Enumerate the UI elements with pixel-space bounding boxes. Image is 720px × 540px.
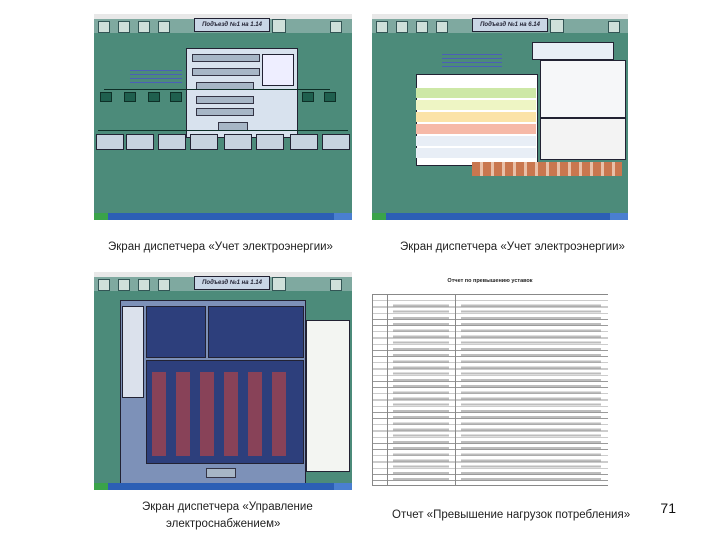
chart-icon[interactable] xyxy=(138,21,150,33)
header-text xyxy=(442,54,502,68)
close-button[interactable] xyxy=(206,468,236,478)
home-icon[interactable] xyxy=(376,21,388,33)
busbar xyxy=(104,89,330,90)
phone-icon[interactable] xyxy=(272,19,286,33)
busbar xyxy=(98,130,348,131)
tool-icon[interactable] xyxy=(158,21,170,33)
meter-box xyxy=(322,134,350,150)
meter-box xyxy=(256,134,284,150)
caption-bottom-left-1: Экран диспетчера «Управление xyxy=(142,501,313,513)
feeder-box xyxy=(324,92,336,102)
start-button[interactable] xyxy=(94,213,108,220)
vector-diagram xyxy=(540,60,626,118)
chart-icon[interactable] xyxy=(138,279,150,291)
report-title: Отчет по превышению уставок xyxy=(447,278,533,284)
report-icon[interactable] xyxy=(118,21,130,33)
dialog-values xyxy=(262,54,294,86)
feeder-box xyxy=(148,92,160,102)
status-panel xyxy=(146,306,206,358)
right-table xyxy=(540,118,626,160)
report-sheet: Отчет по превышению уставок xyxy=(372,276,608,486)
table-row xyxy=(416,148,536,158)
table-row xyxy=(416,136,536,146)
screenshot-control: Подъезд №1 на 1.14 xyxy=(94,272,352,490)
chart-icon[interactable] xyxy=(416,21,428,33)
report-icon[interactable] xyxy=(118,279,130,291)
indicator-strip xyxy=(472,162,622,176)
home-icon[interactable] xyxy=(98,21,110,33)
caption-top-right: Экран диспетчера «Учет электроэнергии» xyxy=(400,241,625,253)
report-table xyxy=(372,294,608,486)
system-tray xyxy=(334,213,352,220)
taskbar xyxy=(372,213,628,220)
phone-icon[interactable] xyxy=(550,19,564,33)
taskbar xyxy=(94,213,352,220)
start-button[interactable] xyxy=(372,213,386,220)
table-row xyxy=(416,112,536,122)
tool-icon[interactable] xyxy=(436,21,448,33)
feeder-box xyxy=(170,92,182,102)
meter-box xyxy=(96,134,124,150)
caption-bottom-right: Отчет «Превышение нагрузок потребления» xyxy=(392,509,631,521)
report-icon[interactable] xyxy=(396,21,408,33)
taskbar xyxy=(94,483,352,490)
legend-text xyxy=(130,70,182,84)
dialog-row[interactable] xyxy=(192,68,260,76)
feeder-box xyxy=(124,92,136,102)
feeder-box xyxy=(100,92,112,102)
trend-chart xyxy=(306,320,350,472)
settings-panel xyxy=(208,306,304,358)
feeder-box xyxy=(302,92,314,102)
alarm-icon[interactable] xyxy=(608,21,620,33)
alarm-icon[interactable] xyxy=(330,279,342,291)
meter-box xyxy=(190,134,218,150)
equipment-list xyxy=(122,306,144,398)
phone-icon[interactable] xyxy=(272,277,286,291)
caption-bottom-left-2: электроснабжением» xyxy=(166,518,281,530)
tool-icon[interactable] xyxy=(158,279,170,291)
meter-box xyxy=(290,134,318,150)
screen-title: Подъезд №1 на 1.14 xyxy=(194,276,270,290)
alarm-icon[interactable] xyxy=(330,21,342,33)
screenshot-accounting-2: Подъезд №1 на 6.14 xyxy=(372,14,628,220)
system-tray xyxy=(610,213,628,220)
screenshot-accounting-1: Подъезд №1 на 1.14 xyxy=(94,14,352,220)
meter-box xyxy=(224,134,252,150)
values-box xyxy=(532,42,614,60)
switch-grid xyxy=(152,372,296,456)
table-row xyxy=(416,124,536,134)
dialog-row[interactable] xyxy=(192,54,260,62)
screen-title: Подъезд №1 на 1.14 xyxy=(194,18,270,32)
start-button[interactable] xyxy=(94,483,108,490)
system-tray xyxy=(334,483,352,490)
dialog-row[interactable] xyxy=(196,96,254,104)
dialog-row[interactable] xyxy=(196,108,254,116)
caption-top-left: Экран диспетчера «Учет электроэнергии» xyxy=(108,241,333,253)
screen-title: Подъезд №1 на 6.14 xyxy=(472,18,548,32)
meter-box xyxy=(158,134,186,150)
home-icon[interactable] xyxy=(98,279,110,291)
meter-box xyxy=(126,134,154,150)
table-row xyxy=(416,88,536,98)
table-row xyxy=(416,100,536,110)
page-number: 71 xyxy=(660,500,676,516)
